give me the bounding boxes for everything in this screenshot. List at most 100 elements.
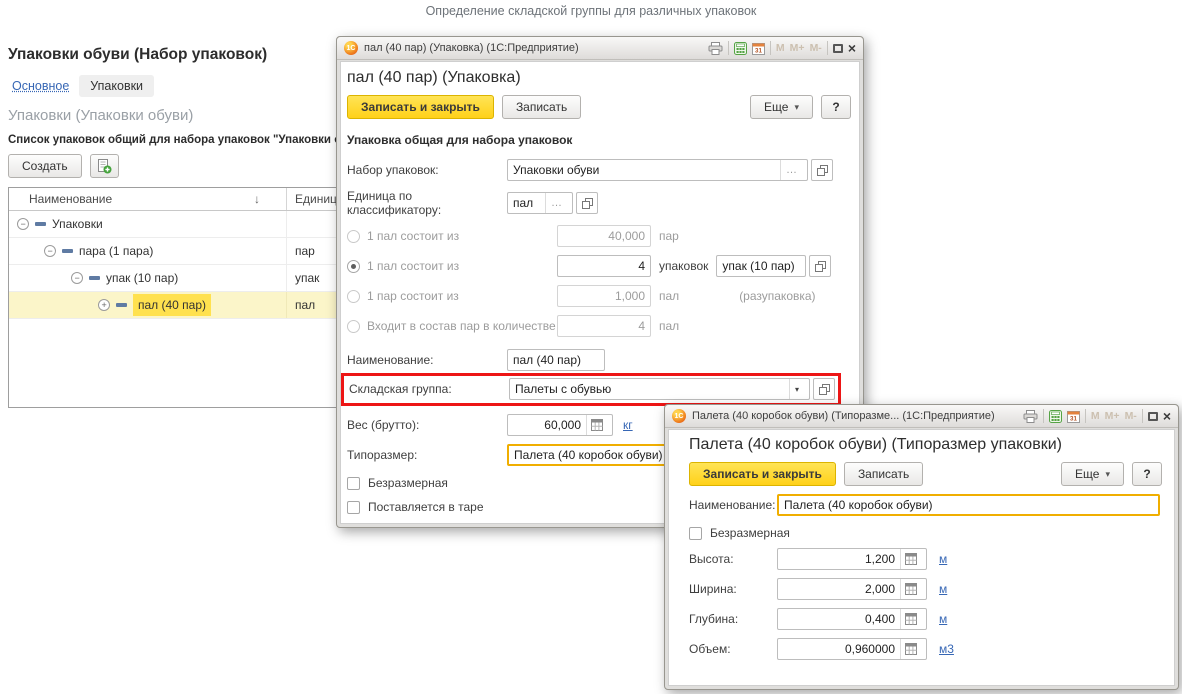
open-in-window-icon xyxy=(817,165,828,176)
calendar-icon[interactable]: 31 xyxy=(752,42,765,55)
radio-button[interactable] xyxy=(347,290,360,303)
1c-logo-icon: 1С xyxy=(344,41,358,55)
choose-button[interactable]: … xyxy=(545,193,567,213)
typesize-dialog-body: Палета (40 коробок обуви) (Типоразмер уп… xyxy=(668,429,1175,686)
memory-subtract-button[interactable]: M- xyxy=(1125,410,1137,422)
calculator-grid-icon xyxy=(905,613,917,625)
width-unit-link[interactable]: м xyxy=(939,582,947,596)
calculator-grid-icon xyxy=(905,643,917,655)
tab-main[interactable]: Основное xyxy=(8,75,73,97)
close-button[interactable]: × xyxy=(848,41,856,55)
storage-group-row: Складская группа: Палеты с обувью ▾ xyxy=(349,378,835,400)
collapse-icon[interactable]: − xyxy=(17,218,29,230)
page-caption: Определение складской группы для различн… xyxy=(0,4,1182,18)
unit-classifier-field[interactable]: пал … xyxy=(507,192,573,214)
radio-row-pairs: 1 пал состоит из 40,000 пар xyxy=(347,225,851,247)
tab-packs[interactable]: Упаковки xyxy=(79,75,154,97)
calculator-button[interactable] xyxy=(900,579,921,599)
open-button[interactable] xyxy=(811,159,833,181)
calculator-button[interactable] xyxy=(900,609,921,629)
checkbox[interactable] xyxy=(689,527,702,540)
depth-row: Глубина: 0,400 м xyxy=(689,608,1162,630)
open-button[interactable] xyxy=(809,255,831,277)
save-close-button[interactable]: Записать и закрыть xyxy=(347,95,494,119)
name-field[interactable]: Палета (40 коробок обуви) xyxy=(777,494,1160,516)
titlebar-separator xyxy=(1142,409,1143,423)
depth-unit-link[interactable]: м xyxy=(939,612,947,626)
close-button[interactable]: × xyxy=(1163,409,1171,423)
collapse-icon[interactable]: − xyxy=(71,272,83,284)
radio-button-selected[interactable] xyxy=(347,260,360,273)
save-button[interactable]: Записать xyxy=(844,462,923,486)
open-button[interactable] xyxy=(813,378,835,400)
save-close-button[interactable]: Записать и закрыть xyxy=(689,462,836,486)
window-title: пал (40 пар) (Упаковка) (1С:Предприятие) xyxy=(364,42,579,54)
create-group-button[interactable] xyxy=(90,154,119,178)
titlebar-separator xyxy=(770,41,771,55)
checkbox[interactable] xyxy=(347,501,360,514)
dropdown-arrow-icon[interactable]: ▾ xyxy=(789,379,804,399)
memory-add-button[interactable]: M+ xyxy=(790,42,805,54)
radio-row-unpack: 1 пар состоит из 1,000 пал (разупаковка) xyxy=(347,285,851,307)
annotation-red-box: Складская группа: Палеты с обувью ▾ xyxy=(341,373,841,406)
depth-field[interactable]: 0,400 xyxy=(777,608,927,630)
memory-recall-button[interactable]: M xyxy=(1091,410,1100,422)
calculator-button[interactable] xyxy=(586,415,607,435)
typesize-dialog-titlebar[interactable]: 1С Палета (40 коробок обуви) (Типоразме.… xyxy=(665,405,1178,428)
open-button[interactable] xyxy=(576,192,598,214)
quantity-field[interactable]: 4 xyxy=(557,315,651,337)
name-field[interactable]: пал (40 пар) xyxy=(507,349,605,371)
print-icon[interactable] xyxy=(1023,410,1038,423)
weight-unit-link[interactable]: кг xyxy=(623,418,633,432)
calculator-button[interactable] xyxy=(900,639,921,659)
create-button[interactable]: Создать xyxy=(8,154,82,178)
name-row: Наименование: Палета (40 коробок обуви) xyxy=(689,494,1162,516)
memory-subtract-button[interactable]: M- xyxy=(810,42,822,54)
volume-unit-link[interactable]: м3 xyxy=(939,642,954,656)
1c-logo-icon: 1С xyxy=(672,409,686,423)
collapse-icon[interactable]: − xyxy=(44,245,56,257)
memory-recall-button[interactable]: M xyxy=(776,42,785,54)
packing-dialog-titlebar[interactable]: 1С пал (40 пар) (Упаковка) (1С:Предприят… xyxy=(337,37,863,60)
name-row: Наименование: пал (40 пар) xyxy=(347,349,851,371)
memory-add-button[interactable]: M+ xyxy=(1105,410,1120,422)
radio-row-packs: 1 пал состоит из 4 упаковок упак (10 пар… xyxy=(347,255,851,277)
radio-button[interactable] xyxy=(347,230,360,243)
radio-button[interactable] xyxy=(347,320,360,333)
column-header-name[interactable]: Наименование ↓ xyxy=(9,192,286,206)
more-button[interactable]: Еще ▾ xyxy=(1061,462,1124,486)
titlebar-separator xyxy=(827,41,828,55)
checkbox[interactable] xyxy=(347,477,360,490)
save-button[interactable]: Записать xyxy=(502,95,581,119)
ref-pack-field[interactable]: упак (10 пар) xyxy=(716,255,806,277)
storage-group-field[interactable]: Палеты с обувью ▾ xyxy=(509,378,810,400)
calculator-icon[interactable] xyxy=(1049,410,1062,423)
pack-set-field[interactable]: Упаковки обуви … xyxy=(507,159,808,181)
maximize-button[interactable] xyxy=(1148,412,1158,421)
height-unit-link[interactable]: м xyxy=(939,552,947,566)
calculator-button[interactable] xyxy=(900,549,921,569)
command-bar: Записать и закрыть Записать Еще ▾ ? xyxy=(347,95,851,119)
quantity-field[interactable]: 4 xyxy=(557,255,651,277)
width-field[interactable]: 2,000 xyxy=(777,578,927,600)
help-button[interactable]: ? xyxy=(821,95,851,119)
dialog-title: пал (40 пар) (Упаковка) xyxy=(347,68,851,88)
weight-field[interactable]: 60,000 xyxy=(507,414,613,436)
quantity-field[interactable]: 1,000 xyxy=(557,285,651,307)
expand-icon[interactable]: + xyxy=(98,299,110,311)
calculator-grid-icon xyxy=(905,583,917,595)
svg-text:31: 31 xyxy=(755,47,762,54)
maximize-button[interactable] xyxy=(833,44,843,53)
print-icon[interactable] xyxy=(708,42,723,55)
help-button[interactable]: ? xyxy=(1132,462,1162,486)
calculator-icon[interactable] xyxy=(734,42,747,55)
chevron-down-icon: ▾ xyxy=(1105,469,1110,480)
choose-button[interactable]: … xyxy=(780,160,802,180)
calendar-icon[interactable]: 31 xyxy=(1067,410,1080,423)
volume-field[interactable]: 0,960000 xyxy=(777,638,927,660)
package-icon xyxy=(116,303,127,307)
height-field[interactable]: 1,200 xyxy=(777,548,927,570)
more-button[interactable]: Еще ▾ xyxy=(750,95,813,119)
quantity-field[interactable]: 40,000 xyxy=(557,225,651,247)
package-icon xyxy=(35,222,46,226)
